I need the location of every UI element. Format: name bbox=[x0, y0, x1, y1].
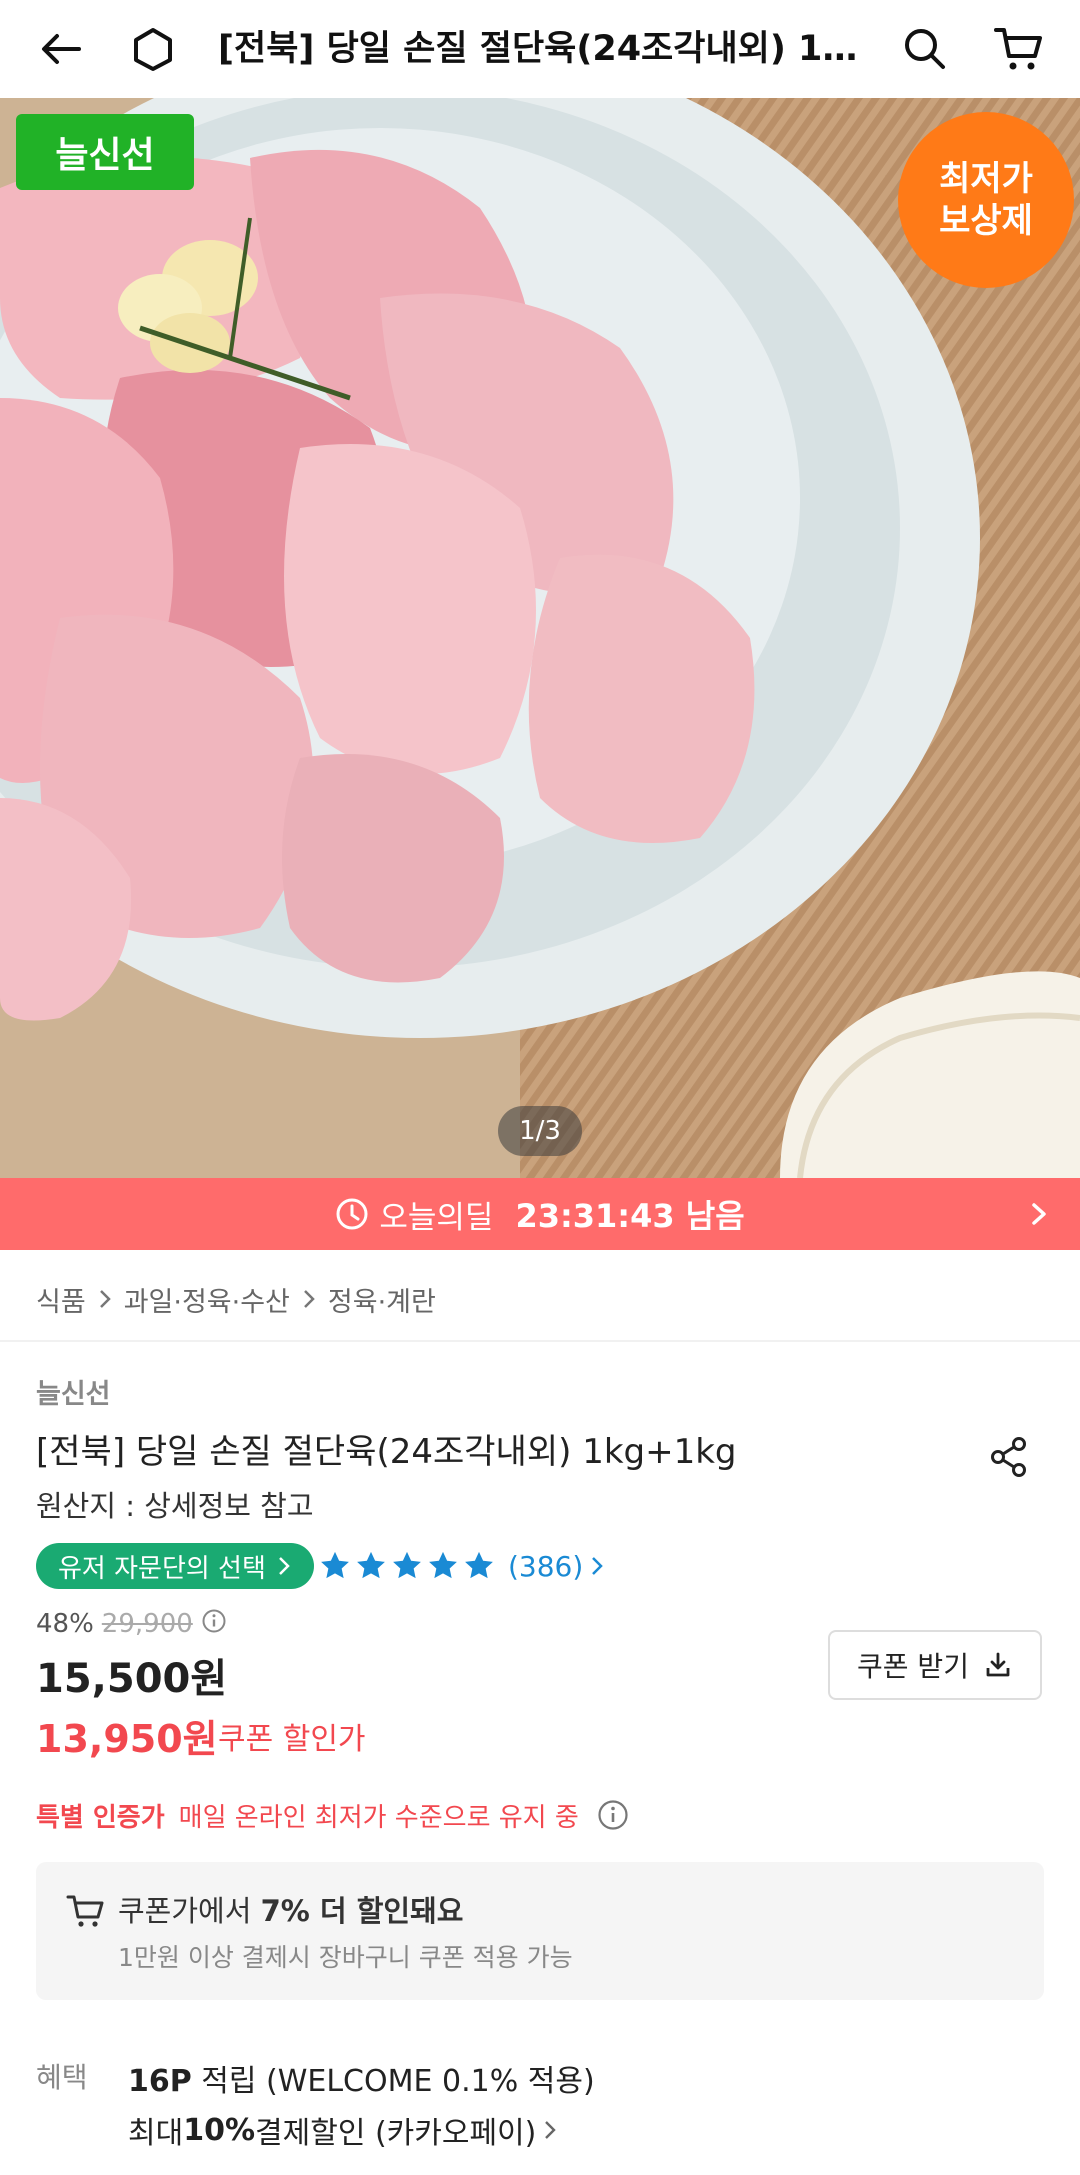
section-divider bbox=[0, 1340, 1080, 1342]
payment-discount-prefix: 최대 bbox=[128, 2116, 184, 2151]
lowest-badge-line1: 최저가 bbox=[939, 159, 1033, 199]
star-icon bbox=[393, 1551, 421, 1579]
sale-price: 15,500원 bbox=[36, 1656, 228, 1702]
cart-icon bbox=[66, 1892, 106, 1934]
coupon-condition-text: 1만원 이상 결제시 장바구니 쿠폰 적용 가능 bbox=[118, 1943, 573, 1972]
chevron-right-icon bbox=[542, 2118, 558, 2142]
breadcrumb: 식품 과일·정육·수산 정육·계란 bbox=[36, 1270, 436, 1328]
back-button[interactable] bbox=[26, 0, 96, 98]
rating-summary[interactable]: (386) bbox=[318, 1543, 605, 1589]
origin-info: 원산지 : 상세정보 참고 bbox=[36, 1489, 314, 1523]
user-advisory-choice-badge[interactable]: 유저 자문단의 선택 bbox=[36, 1543, 314, 1589]
coupon-extra-discount-text: 쿠폰가에서 7% 더 할인돼요 bbox=[118, 1888, 463, 1930]
discount-rate: 48% bbox=[36, 1609, 94, 1639]
coupon-extra-highlight: 7% 더 할인돼요 bbox=[260, 1894, 464, 1928]
search-button[interactable] bbox=[890, 0, 960, 98]
star-icon bbox=[465, 1551, 493, 1579]
info-icon[interactable] bbox=[597, 1799, 629, 1831]
clock-icon bbox=[335, 1197, 369, 1231]
get-coupon-button[interactable]: 쿠폰 받기 bbox=[828, 1630, 1042, 1700]
review-count: (386) bbox=[508, 1550, 605, 1583]
cart-icon bbox=[994, 28, 1042, 70]
top-app-bar: [전북] 당일 손질 절단육(24조각내외) 1kg+1kg bbox=[0, 0, 1080, 98]
chevron-right-icon bbox=[1026, 1178, 1052, 1250]
special-certified-price: 특별 인증가 매일 온라인 최저가 수준으로 유지 중 bbox=[36, 1797, 629, 1833]
brand-name[interactable]: 늘신선 bbox=[36, 1372, 111, 1411]
breadcrumb-item-meat-eggs[interactable]: 정육·계란 bbox=[328, 1280, 436, 1319]
info-icon[interactable] bbox=[201, 1608, 227, 1641]
coupon-price-label: 쿠폰 할인가 bbox=[218, 1722, 366, 1757]
certified-label: 특별 인증가 bbox=[36, 1802, 165, 1833]
payment-discount-rate: 10% bbox=[183, 2112, 256, 2148]
share-button[interactable] bbox=[984, 1432, 1034, 1482]
cart-button[interactable] bbox=[980, 0, 1056, 98]
chevron-right-icon bbox=[300, 1287, 318, 1311]
home-icon bbox=[134, 28, 172, 71]
product-title: [전북] 당일 손질 절단육(24조각내외) 1kg+1kg bbox=[36, 1432, 737, 1472]
certified-text: 매일 온라인 최저가 수준으로 유지 중 bbox=[178, 1802, 579, 1833]
points-amount: 16P bbox=[128, 2064, 192, 2099]
deal-countdown: 23:31:43 남음 bbox=[515, 1197, 745, 1235]
fresh-brand-badge: 늘신선 bbox=[16, 114, 194, 190]
share-icon bbox=[991, 1437, 1026, 1477]
get-coupon-label: 쿠폰 받기 bbox=[857, 1650, 969, 1683]
coupon-discount-info-box: 쿠폰가에서 7% 더 할인돼요 1만원 이상 결제시 장바구니 쿠폰 적용 가능 bbox=[36, 1862, 1044, 2000]
image-page-indicator: 1/3 bbox=[498, 1106, 582, 1156]
benefits-label: 혜택 bbox=[36, 2061, 88, 2094]
star-icon bbox=[321, 1551, 349, 1579]
coupon-price: 13,950원 bbox=[36, 1717, 218, 1761]
star-icon bbox=[357, 1551, 385, 1579]
coupon-extra-prefix: 쿠폰가에서 bbox=[118, 1894, 261, 1928]
points-detail: 적립 (WELCOME 0.1% 적용) bbox=[191, 2064, 595, 2099]
home-button[interactable] bbox=[118, 0, 188, 98]
search-icon bbox=[905, 29, 945, 69]
deal-label: 오늘의딜 bbox=[379, 1199, 494, 1236]
today-deal-banner[interactable]: 오늘의딜 23:31:43 남음 bbox=[0, 1178, 1080, 1250]
lowest-badge-line2: 보상제 bbox=[939, 201, 1033, 241]
review-count-text: (386) bbox=[508, 1549, 584, 1583]
discount-row: 48% 29,900 bbox=[36, 1606, 227, 1642]
points-benefit: 16P 적립 (WELCOME 0.1% 적용) bbox=[128, 2056, 595, 2100]
download-icon bbox=[983, 1650, 1013, 1680]
payment-discount-detail: 결제할인 (카카오페이) bbox=[255, 2116, 537, 2151]
chevron-right-icon bbox=[96, 1287, 114, 1311]
product-photo bbox=[0, 98, 1080, 1178]
choice-badge-label: 유저 자문단의 선택 bbox=[58, 1553, 266, 1584]
original-price: 29,900 bbox=[101, 1609, 193, 1639]
chevron-right-icon bbox=[276, 1555, 292, 1577]
breadcrumb-item-food[interactable]: 식품 bbox=[36, 1280, 86, 1319]
product-image-carousel[interactable]: 늘신선 최저가 보상제 1/3 bbox=[0, 98, 1080, 1178]
arrow-left-icon bbox=[42, 34, 81, 64]
star-icon bbox=[429, 1551, 457, 1579]
page-title: [전북] 당일 손질 절단육(24조각내외) 1kg+1kg bbox=[218, 29, 858, 69]
lowest-price-guarantee-badge: 최저가 보상제 bbox=[898, 112, 1074, 288]
chevron-right-icon bbox=[592, 1557, 604, 1575]
breadcrumb-item-fruit-meat-seafood[interactable]: 과일·정육·수산 bbox=[124, 1280, 290, 1319]
payment-discount-benefit[interactable]: 최대 10% 결제할인 (카카오페이) bbox=[128, 2108, 558, 2152]
